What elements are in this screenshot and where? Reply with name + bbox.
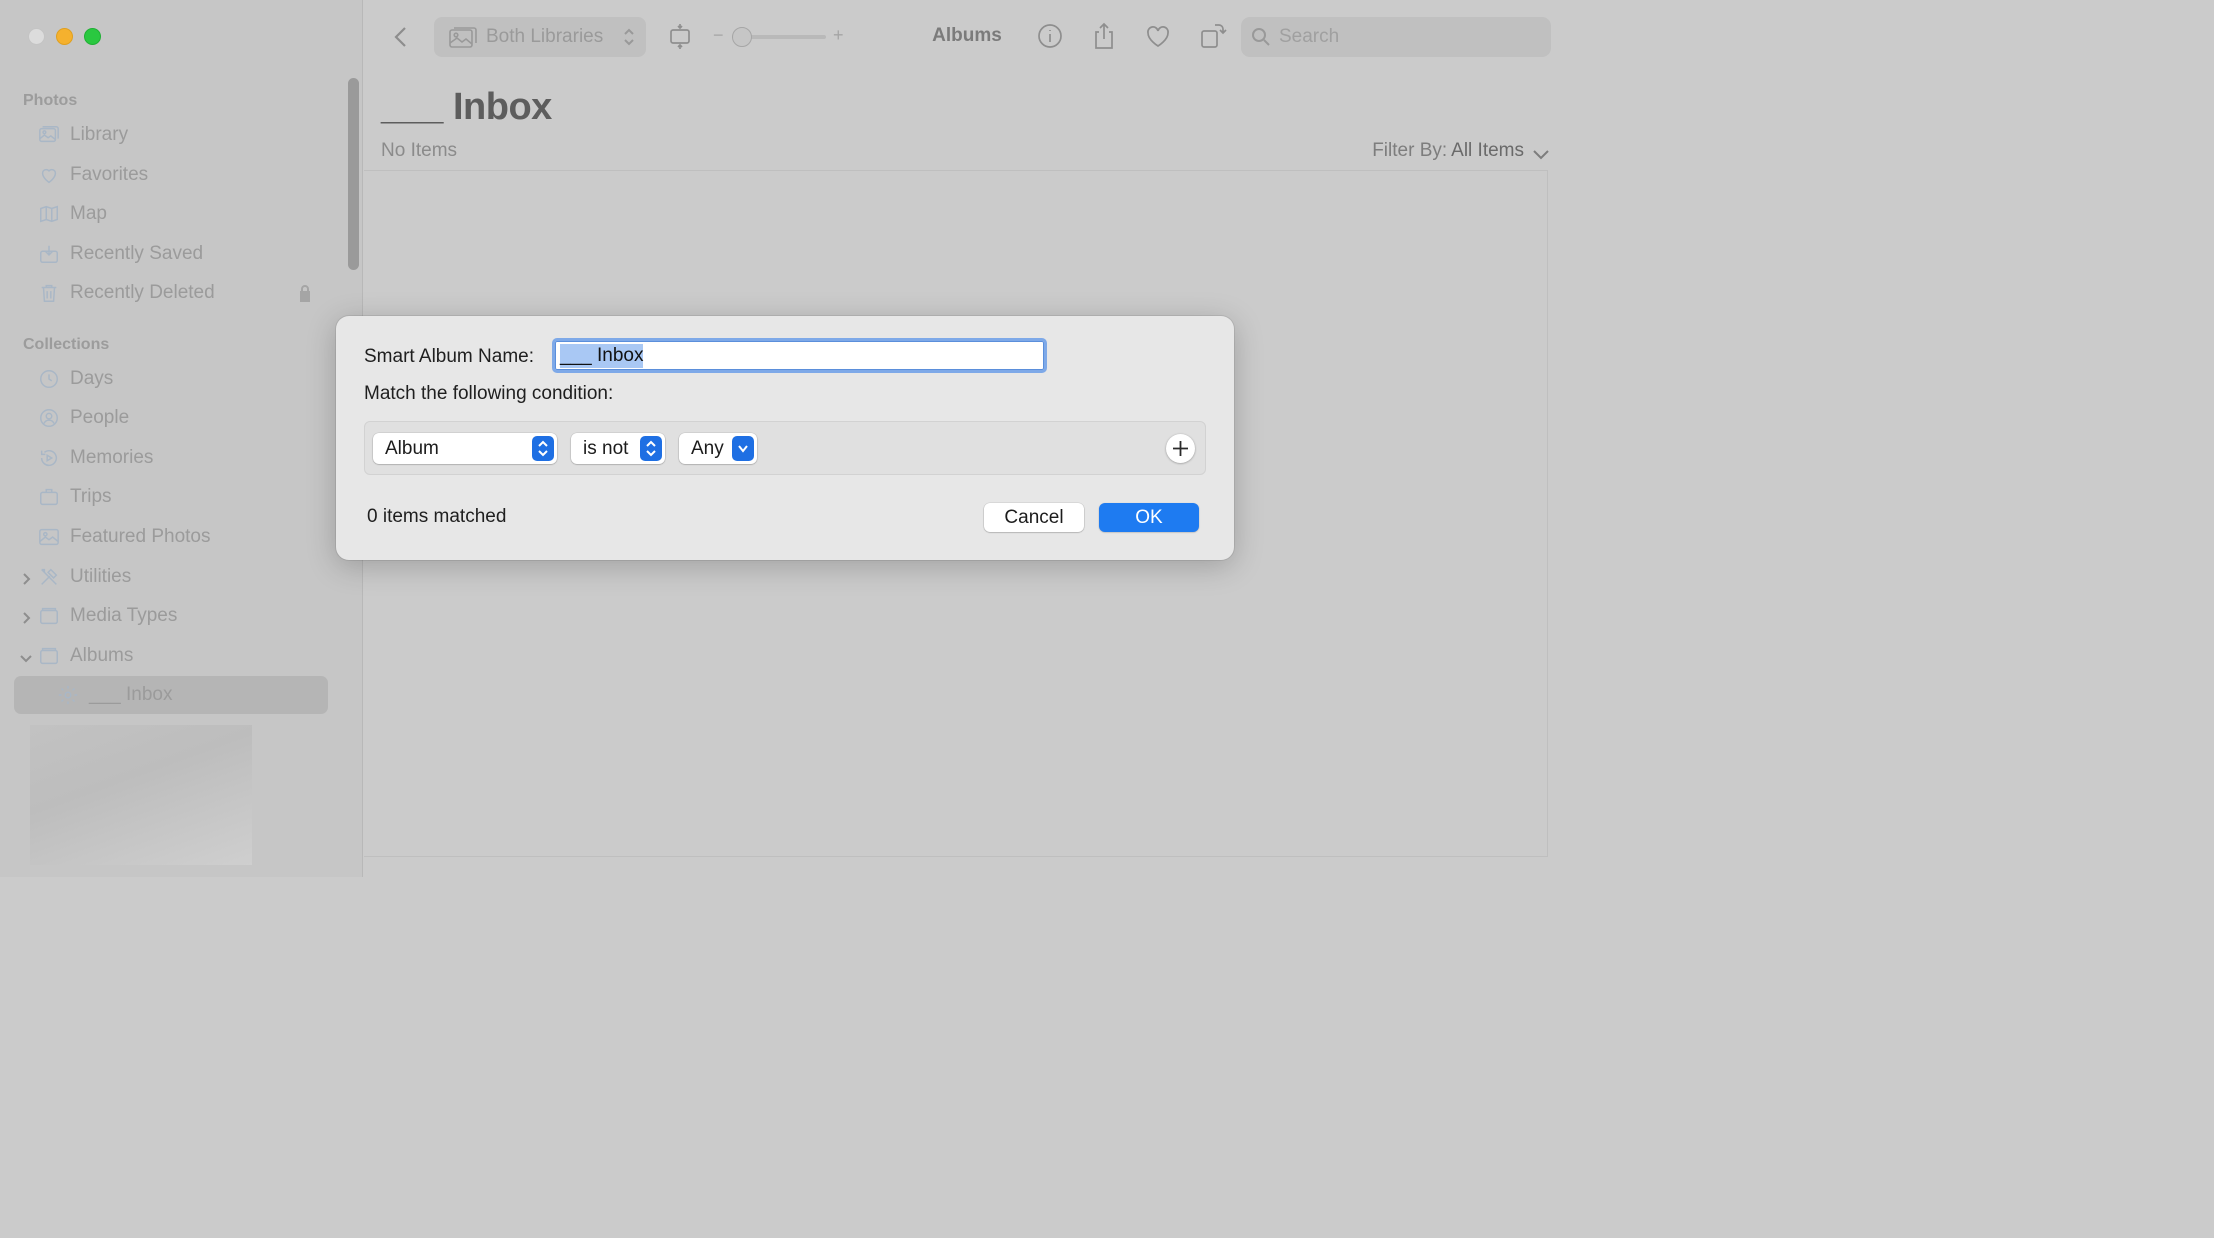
- zoom-out-label: −: [713, 25, 724, 45]
- sidebar-item-recently-saved[interactable]: Recently Saved: [14, 235, 328, 273]
- sidebar-item-label: Library: [70, 124, 129, 145]
- photo-icon: [37, 525, 61, 549]
- sidebar-section-collections: Collections: [23, 336, 110, 353]
- sidebar-item-featured-photos[interactable]: Featured Photos: [14, 518, 328, 556]
- sidebar-thumbnail: [30, 725, 252, 865]
- sidebar: Photos Library Favorites Map Recently Sa…: [0, 0, 363, 877]
- ok-button[interactable]: OK: [1099, 503, 1199, 532]
- close-window-button[interactable]: [28, 28, 45, 45]
- sidebar-item-label: People: [70, 407, 130, 428]
- toolbar-title: Albums: [932, 25, 1002, 46]
- library-selector[interactable]: Both Libraries: [434, 17, 646, 57]
- sidebar-item-days[interactable]: Days: [14, 360, 328, 398]
- slideshow-icon[interactable]: [668, 22, 692, 52]
- folder-icon: [37, 644, 61, 668]
- add-condition-button[interactable]: [1166, 434, 1195, 463]
- search-placeholder: Search: [1279, 26, 1340, 47]
- sidebar-item-utilities[interactable]: Utilities: [14, 558, 328, 596]
- photo-library-icon: [448, 25, 478, 49]
- condition-field-value: Album: [385, 437, 439, 459]
- heart-icon: [37, 163, 61, 187]
- toolbar: Both Libraries − + Albums Search: [364, 0, 1568, 74]
- search-field[interactable]: Search: [1241, 17, 1551, 57]
- condition-field-select[interactable]: Album: [373, 433, 557, 464]
- rotate-icon[interactable]: [1199, 21, 1227, 51]
- chevron-up-down-icon: [640, 436, 662, 461]
- chevron-up-down-icon: [532, 436, 554, 461]
- condition-row: Album is not Any: [364, 421, 1206, 475]
- filter-value: All Items: [1451, 140, 1524, 161]
- library-selector-label: Both Libraries: [486, 26, 604, 47]
- gear-icon: [56, 683, 80, 707]
- suitcase-icon: [37, 485, 61, 509]
- zoom-slider-knob[interactable]: [732, 27, 752, 47]
- person-icon: [37, 406, 61, 430]
- sidebar-item-recently-deleted[interactable]: Recently Deleted: [14, 274, 328, 312]
- sidebar-item-label: Memories: [70, 447, 154, 468]
- smart-album-name-label: Smart Album Name:: [364, 346, 534, 367]
- memories-icon: [37, 446, 61, 470]
- sidebar-item-media-types[interactable]: Media Types: [14, 597, 328, 635]
- sidebar-item-albums[interactable]: Albums: [14, 637, 328, 675]
- clock-icon: [37, 367, 61, 391]
- chevron-down-icon: [1532, 145, 1550, 160]
- smart-album-dialog: Smart Album Name: ___ Inbox Match the fo…: [336, 316, 1234, 560]
- sidebar-section-photos: Photos: [23, 92, 78, 109]
- chevron-down-icon: [732, 436, 754, 461]
- sidebar-item-people[interactable]: People: [14, 399, 328, 437]
- tools-icon: [37, 565, 61, 589]
- condition-operator-value: is not: [583, 437, 629, 459]
- back-button[interactable]: [388, 22, 414, 52]
- plus-icon: [1173, 441, 1188, 456]
- filter-dropdown[interactable]: Filter By: All Items: [1372, 140, 1550, 162]
- sidebar-item-favorites[interactable]: Favorites: [14, 156, 328, 194]
- search-icon: [1251, 27, 1271, 47]
- sidebar-item-label: Featured Photos: [70, 526, 211, 547]
- sidebar-item-label: Recently Deleted: [70, 282, 215, 303]
- sidebar-item-label: Media Types: [70, 605, 178, 626]
- sidebar-item-inbox[interactable]: ___ Inbox: [14, 676, 328, 714]
- condition-operator-select[interactable]: is not: [571, 433, 665, 464]
- share-icon[interactable]: [1090, 21, 1118, 51]
- sidebar-item-map[interactable]: Map: [14, 195, 328, 233]
- download-icon: [37, 242, 61, 266]
- chevron-down-icon[interactable]: [19, 649, 33, 663]
- condition-value-select[interactable]: Any: [679, 433, 757, 464]
- zoom-in-label: +: [833, 25, 844, 45]
- maximize-window-button[interactable]: [84, 28, 101, 45]
- chevron-up-down-icon: [622, 26, 636, 48]
- info-icon[interactable]: [1036, 21, 1064, 51]
- sidebar-item-memories[interactable]: Memories: [14, 439, 328, 477]
- sidebar-scrollbar[interactable]: [348, 78, 359, 270]
- sidebar-item-label: Utilities: [70, 566, 132, 587]
- sidebar-item-label: Recently Saved: [70, 243, 204, 264]
- chevron-right-icon[interactable]: [19, 609, 33, 624]
- heart-icon[interactable]: [1144, 21, 1172, 51]
- sidebar-item-label: Favorites: [70, 164, 149, 185]
- smart-album-name-input[interactable]: ___ Inbox: [552, 338, 1047, 373]
- sidebar-item-library[interactable]: Library: [14, 116, 328, 154]
- cancel-button[interactable]: Cancel: [984, 503, 1084, 532]
- lock-icon: [297, 283, 313, 303]
- smart-album-name-value: ___ Inbox: [560, 343, 644, 368]
- sidebar-item-label: Trips: [70, 486, 112, 507]
- folder-icon: [37, 604, 61, 628]
- sidebar-item-label: Albums: [70, 645, 134, 666]
- page-title: ___ Inbox: [381, 86, 552, 128]
- sidebar-item-label: Days: [70, 368, 114, 389]
- sidebar-item-label: ___ Inbox: [89, 684, 173, 705]
- item-count: No Items: [381, 140, 458, 161]
- match-condition-label: Match the following condition:: [364, 383, 614, 404]
- sidebar-item-label: Map: [70, 203, 107, 224]
- chevron-right-icon[interactable]: [19, 570, 33, 585]
- photo-library-icon: [37, 123, 61, 147]
- sidebar-item-trips[interactable]: Trips: [14, 478, 328, 516]
- filter-label: Filter By:: [1372, 140, 1448, 161]
- condition-value-value: Any: [691, 437, 724, 459]
- minimize-window-button[interactable]: [56, 28, 73, 45]
- map-icon: [37, 202, 61, 226]
- trash-icon: [37, 281, 61, 305]
- items-matched-text: 0 items matched: [367, 506, 507, 527]
